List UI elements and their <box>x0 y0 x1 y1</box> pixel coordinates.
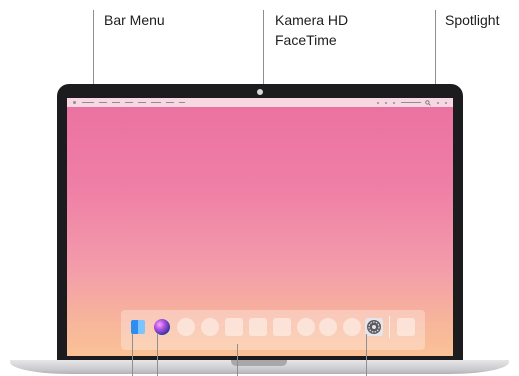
dock-divider <box>389 316 390 338</box>
notification-center-icon[interactable] <box>445 101 447 104</box>
dock-item-siri[interactable] <box>153 318 171 336</box>
menu-bar-item[interactable] <box>82 102 94 103</box>
dock-app-icon[interactable] <box>249 318 267 336</box>
dock-app-icon[interactable] <box>177 318 195 336</box>
laptop-lid <box>57 84 463 362</box>
menu-bar-item[interactable] <box>125 102 133 103</box>
dock-app-icon[interactable] <box>343 318 361 336</box>
dock <box>121 310 425 350</box>
dock-trash-icon[interactable] <box>397 318 415 336</box>
facetime-camera-callout-label: Kamera HD FaceTime <box>275 10 348 50</box>
finder-callout-line <box>132 334 133 376</box>
menu-bar-item[interactable] <box>112 102 120 103</box>
system-preferences-callout-line <box>366 334 367 376</box>
clock-text[interactable] <box>401 102 421 103</box>
dock-app-icon[interactable] <box>201 318 219 336</box>
dock-app-icon[interactable] <box>319 318 337 336</box>
laptop-base <box>10 360 509 374</box>
control-center-icon[interactable] <box>437 101 439 104</box>
dock-app-icon[interactable] <box>225 318 243 336</box>
dock-item-system-preferences[interactable] <box>365 318 383 336</box>
menu-bar-item[interactable] <box>151 102 161 103</box>
facetime-camera-callout-line <box>263 10 264 88</box>
dock-app-icon[interactable] <box>273 318 291 336</box>
desktop-screen <box>67 98 453 356</box>
menu-bar-callout-label: Bar Menu <box>104 12 165 28</box>
facetime-camera-callout-line1: Kamera HD <box>275 12 349 28</box>
menu-bar-item[interactable] <box>138 102 146 103</box>
menu-bar-item[interactable] <box>166 102 174 103</box>
dock-callout-line <box>237 344 238 376</box>
facetime-camera-icon <box>257 89 263 95</box>
status-bar-icon[interactable] <box>393 101 395 104</box>
apple-menu-icon[interactable] <box>73 101 76 104</box>
system-preferences-icon <box>367 320 381 334</box>
finder-icon <box>131 320 145 334</box>
status-bar-icon[interactable] <box>377 101 379 104</box>
facetime-camera-callout-line2: FaceTime <box>275 32 337 48</box>
dock-app-icon[interactable] <box>297 318 315 336</box>
menu-bar-item[interactable] <box>179 102 185 103</box>
menu-bar[interactable] <box>67 98 453 107</box>
siri-callout-line <box>157 334 158 376</box>
siri-icon <box>154 319 170 335</box>
lid-opening-notch <box>231 360 287 366</box>
status-bar-icon[interactable] <box>385 101 387 104</box>
spotlight-callout-label: Spotlight <box>445 12 500 28</box>
menu-bar-item[interactable] <box>99 102 107 103</box>
magnifier-icon[interactable] <box>425 99 431 106</box>
